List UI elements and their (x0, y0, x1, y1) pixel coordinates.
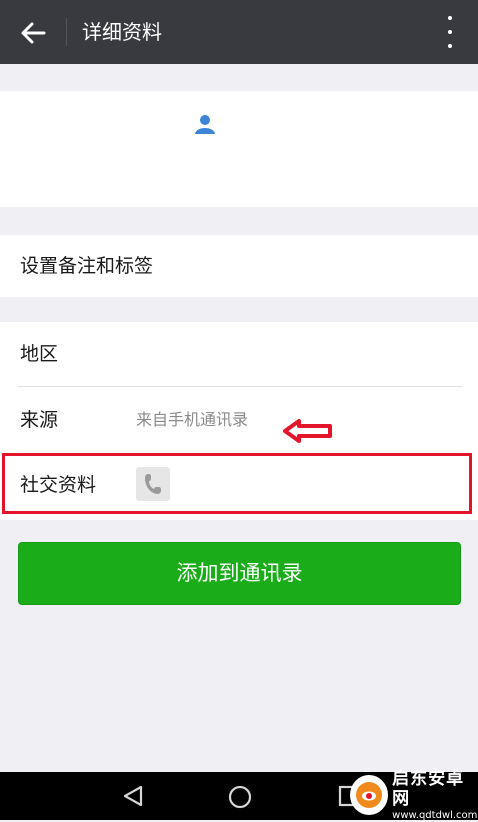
remark-section: 设置备注和标签 (0, 235, 478, 297)
contact-person-icon (195, 115, 215, 134)
source-label: 来源 (20, 409, 59, 431)
region-label: 地区 (20, 343, 59, 365)
source-value: 来自手机通讯录 (136, 410, 249, 429)
back-button[interactable] (14, 14, 52, 52)
set-remark-label: 设置备注和标签 (20, 255, 154, 277)
row-divider (18, 386, 462, 387)
page-title: 详细资料 (82, 20, 162, 44)
triangle-back-icon[interactable] (121, 784, 145, 808)
top-bar: 详细资料 (0, 0, 478, 64)
profile-card (0, 91, 478, 207)
region-row: 地区 (0, 322, 478, 386)
annotation-highlight-box (2, 453, 472, 514)
arrow-left-icon (21, 22, 46, 44)
watermark: 启东安卓网 www.qdtdwl.com (350, 768, 478, 821)
watermark-logo (350, 775, 389, 815)
header-divider (66, 18, 67, 46)
arrow-left-outline-icon (283, 419, 332, 443)
circle-home-icon[interactable] (228, 785, 252, 809)
source-row: 来源 来自手机通讯录 (0, 388, 478, 452)
more-button[interactable] (442, 16, 458, 48)
watermark-name: 启东安卓网 (392, 768, 465, 809)
set-remark-row[interactable]: 设置备注和标签 (0, 235, 478, 297)
watermark-logo-icon (356, 782, 383, 808)
more-vertical-icon (448, 16, 452, 20)
add-to-contacts-button[interactable]: 添加到通讯录 (18, 542, 461, 605)
